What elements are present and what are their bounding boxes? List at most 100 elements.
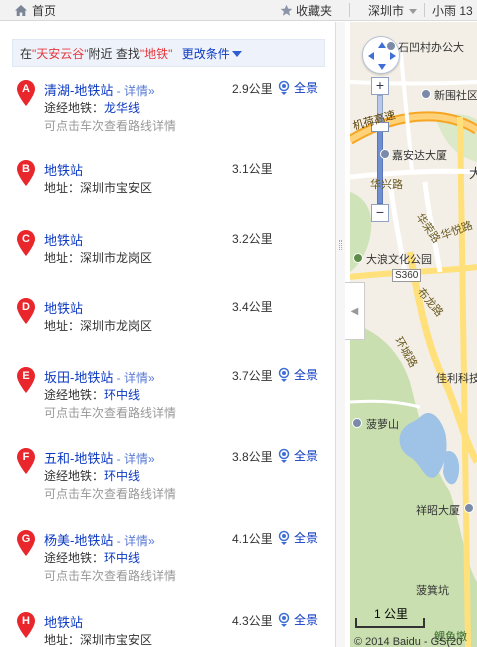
top-bar: 首页 收藏夹 深圳市 小雨 13 — [0, 0, 477, 21]
map-label: 大 — [469, 166, 477, 181]
result-title-link[interactable]: 地铁站 — [44, 230, 83, 249]
pin-letter: B — [22, 163, 30, 175]
panorama-label: 全景 — [294, 613, 319, 627]
collapse-panel-button[interactable]: ◀ — [345, 282, 365, 340]
route-hint: 可点击车次查看路线详情 — [44, 406, 177, 420]
panorama-icon — [278, 612, 290, 627]
map-pin-icon[interactable]: F — [17, 448, 35, 474]
map-label: 石凹村办公大 — [398, 42, 464, 54]
map-label: 佳利科技 — [436, 373, 477, 385]
result-info: 地址：深圳市宝安区 — [44, 179, 152, 196]
change-conditions-label: 更改条件 — [181, 47, 230, 61]
result-info: 途经地铁：环中线 — [44, 467, 140, 484]
zoom-in-button[interactable]: + — [371, 77, 389, 95]
result-name: 地铁站 — [44, 233, 84, 248]
info-value[interactable]: 环中线 — [104, 551, 140, 565]
map-view[interactable]: + − 石凹村办公大 新围社区 机荷高速 嘉安达大厦 华兴路 华荣路 华悦路 大… — [350, 22, 477, 647]
query-keyword: "地铁" — [139, 47, 173, 61]
poi-icon — [421, 89, 431, 99]
info-label: 地址： — [44, 181, 81, 195]
highway-shield: S360 — [392, 269, 422, 282]
result-name: 地铁站 — [44, 615, 84, 630]
panorama-icon — [278, 367, 290, 382]
panorama-icon — [278, 80, 290, 95]
result-title-link[interactable]: 五和-地铁站 - 详情» — [44, 448, 155, 467]
map-label: 菠萝山 — [366, 419, 399, 431]
details-link[interactable]: - 详情» — [113, 84, 155, 98]
map-pin-icon[interactable]: H — [17, 612, 35, 638]
weather-info[interactable]: 小雨 13 — [432, 2, 473, 19]
pin-letter: A — [22, 83, 30, 95]
details-link[interactable]: - 详情» — [113, 371, 155, 385]
favorites-link[interactable]: 收藏夹 — [280, 2, 332, 19]
info-label: 途经地铁： — [44, 469, 105, 483]
change-conditions-link[interactable]: 更改条件 — [182, 47, 242, 61]
road-label: 华兴路 — [370, 179, 403, 191]
result-title-link[interactable]: 地铁站 — [44, 160, 83, 179]
result-name: 杨美-地铁站 — [44, 533, 114, 548]
result-title-link[interactable]: 地铁站 — [44, 298, 83, 317]
info-value[interactable]: 龙华线 — [104, 101, 140, 115]
panorama-label: 全景 — [294, 81, 319, 95]
route-hint: 可点击车次查看路线详情 — [44, 487, 177, 501]
result-name: 坂田-地铁站 — [44, 370, 114, 385]
details-link[interactable]: - 详情» — [113, 534, 155, 548]
pin-letter: H — [22, 615, 30, 627]
query-prefix: 在 — [20, 47, 33, 61]
distance-text: 3.4公里 — [232, 300, 273, 314]
zoom-level-fill — [377, 127, 383, 204]
result-info: 途经地铁：环中线 — [44, 386, 140, 403]
map-pin-icon[interactable]: D — [17, 298, 35, 324]
result-info: 地址：深圳市宝安区 — [44, 631, 152, 647]
park-icon — [353, 253, 363, 263]
map-pin-icon[interactable]: E — [17, 367, 35, 393]
chevron-down-icon — [409, 8, 418, 14]
query-middle: 附近 查找 — [88, 47, 140, 61]
poi-icon — [380, 149, 390, 159]
map-pin-icon[interactable]: G — [17, 530, 35, 556]
panorama-link[interactable]: 全景 — [277, 447, 318, 464]
chevron-left-icon: ◀ — [350, 306, 359, 317]
panorama-link[interactable]: 全景 — [277, 366, 318, 383]
query-place: "天安云谷" — [32, 47, 89, 61]
result-title-link[interactable]: 地铁站 — [44, 612, 83, 631]
search-summary: 在"天安云谷"附近 查找"地铁" 更改条件 — [12, 39, 325, 67]
route-hint: 可点击车次查看路线详情 — [44, 569, 177, 583]
info-value[interactable]: 环中线 — [104, 388, 140, 402]
panorama-link[interactable]: 全景 — [277, 529, 318, 546]
home-link[interactable]: 首页 — [14, 2, 56, 19]
result-title-link[interactable]: 杨美-地铁站 - 详情» — [44, 530, 155, 549]
route-hint: 可点击车次查看路线详情 — [44, 119, 177, 133]
city-selector[interactable]: 深圳市 — [368, 2, 418, 19]
panorama-link[interactable]: 全景 — [277, 611, 318, 628]
distance-text: 4.3公里 — [232, 614, 273, 628]
results-panel: 在"天安云谷"附近 查找"地铁" 更改条件 A 清湖-地铁站 - 详情» 2.9公里… — [0, 22, 335, 647]
map-pin-icon[interactable]: C — [17, 230, 35, 256]
poi-icon — [352, 418, 362, 428]
result-title-link[interactable]: 清湖-地铁站 - 详情» — [44, 80, 155, 99]
info-label: 途经地铁： — [44, 101, 105, 115]
panorama-label: 全景 — [294, 531, 319, 545]
info-value[interactable]: 环中线 — [104, 469, 140, 483]
pin-letter: C — [22, 233, 30, 245]
zoom-out-button[interactable]: − — [371, 204, 389, 222]
city-label: 深圳市 — [368, 4, 405, 18]
info-label: 地址： — [44, 319, 81, 333]
panel-splitter[interactable] — [335, 22, 345, 647]
info-value: 深圳市龙岗区 — [80, 251, 153, 265]
result-title-link[interactable]: 坂田-地铁站 - 详情» — [44, 367, 155, 386]
grip-icon — [339, 240, 342, 250]
favorites-label: 收藏夹 — [296, 4, 333, 18]
result-info: 途经地铁：环中线 — [44, 549, 140, 566]
copyright-text: © 2014 Baidu - GS(20 — [354, 636, 463, 647]
scale-bar — [355, 618, 425, 628]
pin-letter: D — [22, 301, 30, 313]
map-pin-icon[interactable]: B — [17, 160, 35, 186]
panorama-link[interactable]: 全景 — [277, 79, 318, 96]
map-label: 大浪文化公园 — [366, 254, 432, 266]
distance-text: 3.7公里 — [232, 369, 273, 383]
details-link[interactable]: - 详情» — [113, 452, 155, 466]
map-label: 嘉安达大厦 — [392, 150, 447, 162]
map-pin-icon[interactable]: A — [17, 80, 35, 106]
divider — [349, 3, 350, 17]
